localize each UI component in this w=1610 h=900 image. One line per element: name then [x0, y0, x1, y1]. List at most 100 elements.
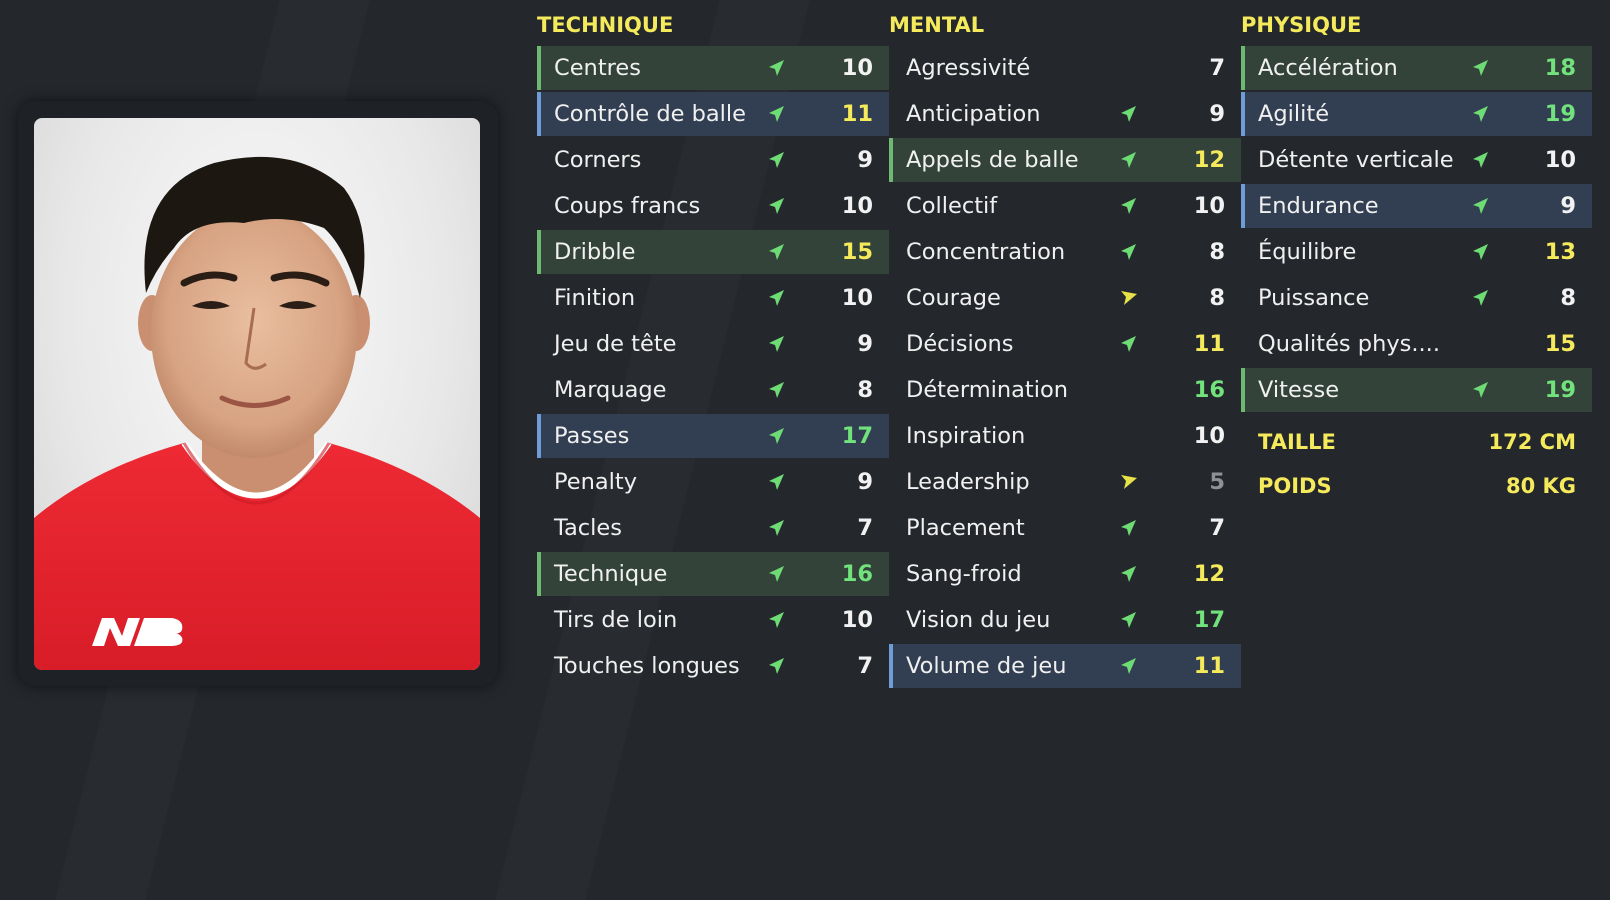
attribute-value: 10 — [1193, 193, 1225, 219]
attribute-row-centres[interactable]: Centres 10 — [537, 46, 889, 90]
attribute-value: 10 — [1193, 423, 1225, 449]
attribute-row-volume-de-jeu[interactable]: Volume de jeu 11 — [889, 644, 1241, 688]
technique-column: TECHNIQUE Centres 10 Contrôle de balle 11 Co… — [537, 10, 889, 690]
height-label: TAILLE — [1258, 430, 1336, 454]
attribute-row-équilibre[interactable]: Équilibre 13 — [1241, 230, 1592, 274]
technique-rows: Centres 10 Contrôle de balle 11 Corners 9 Coup… — [537, 46, 889, 688]
attribute-row-corners[interactable]: Corners 9 — [537, 138, 889, 182]
attribute-row-touches-longues[interactable]: Touches longues 7 — [537, 644, 889, 688]
attribute-value: 15 — [841, 239, 873, 265]
attribute-label: Passes — [554, 423, 630, 449]
attribute-row-finition[interactable]: Finition 10 — [537, 276, 889, 320]
attribute-label: Centres — [554, 55, 641, 81]
attribute-value: 16 — [1193, 377, 1225, 403]
attribute-label: Tacles — [554, 515, 622, 541]
attribute-value: 11 — [841, 101, 873, 127]
attribute-row-agilité[interactable]: Agilité 19 — [1241, 92, 1592, 136]
attribute-row-sang-froid[interactable]: Sang-froid 12 — [889, 552, 1241, 596]
trend-up-arrow-icon — [1471, 196, 1491, 216]
attribute-label: Concentration — [906, 239, 1066, 265]
physique-column: PHYSIQUE Accélération 18 Agilité 19 Détente … — [1241, 10, 1592, 508]
attribute-row-endurance[interactable]: Endurance 9 — [1241, 184, 1592, 228]
attribute-row-tirs-de-loin[interactable]: Tirs de loin 10 — [537, 598, 889, 642]
attribute-value: 11 — [1193, 331, 1225, 357]
attribute-label: Décisions — [906, 331, 1014, 357]
trend-up-arrow-icon — [767, 196, 787, 216]
attribute-row-courage[interactable]: Courage 8 — [889, 276, 1241, 320]
attribute-row-placement[interactable]: Placement 7 — [889, 506, 1241, 550]
attribute-value: 9 — [1209, 101, 1225, 127]
attribute-row-penalty[interactable]: Penalty 9 — [537, 460, 889, 504]
attribute-value: 10 — [841, 607, 873, 633]
trend-up-arrow-icon — [767, 150, 787, 170]
weight-row: POIDS 80 KG — [1241, 464, 1592, 508]
attribute-value: 9 — [1560, 193, 1576, 219]
trend-up-arrow-icon — [1471, 58, 1491, 78]
attribute-row-vitesse[interactable]: Vitesse 19 — [1241, 368, 1592, 412]
trend-up-arrow-icon — [767, 564, 787, 584]
attribute-value: 7 — [1209, 55, 1225, 81]
mental-rows: Agressivité 7 Anticipation 9 Appels de balle… — [889, 46, 1241, 688]
attribute-row-inspiration[interactable]: Inspiration 10 — [889, 414, 1241, 458]
trend-up-arrow-icon — [1119, 242, 1139, 262]
attribute-row-concentration[interactable]: Concentration 8 — [889, 230, 1241, 274]
attribute-label: Finition — [554, 285, 636, 311]
attribute-value: 8 — [1209, 285, 1225, 311]
trend-up-arrow-icon — [1471, 288, 1491, 308]
trend-up-arrow-icon — [1471, 150, 1491, 170]
attribute-row-décisions[interactable]: Décisions 11 — [889, 322, 1241, 366]
attribute-row-puissance[interactable]: Puissance 8 — [1241, 276, 1592, 320]
attribute-label: Contrôle de balle — [554, 101, 747, 127]
player-photo — [34, 118, 480, 670]
attribute-row-coups-francs[interactable]: Coups francs 10 — [537, 184, 889, 228]
attribute-row-marquage[interactable]: Marquage 8 — [537, 368, 889, 412]
weight-label: POIDS — [1258, 474, 1332, 498]
attribute-label: Sang-froid — [906, 561, 1022, 587]
attribute-row-anticipation[interactable]: Anticipation 9 — [889, 92, 1241, 136]
trend-up-arrow-icon — [1119, 334, 1139, 354]
attribute-row-vision-du-jeu[interactable]: Vision du jeu 17 — [889, 598, 1241, 642]
attribute-value: 9 — [857, 469, 873, 495]
attribute-row-détente-verticale[interactable]: Détente verticale 10 — [1241, 138, 1592, 182]
attribute-value: 9 — [857, 331, 873, 357]
attribute-value: 12 — [1193, 147, 1225, 173]
attribute-value: 15 — [1544, 331, 1576, 357]
attribute-row-technique[interactable]: Technique 16 — [537, 552, 889, 596]
attribute-row-jeu-de-tête[interactable]: Jeu de tête 9 — [537, 322, 889, 366]
attribute-row-détermination[interactable]: Détermination 16 — [889, 368, 1241, 412]
attribute-label: Leadership — [906, 469, 1030, 495]
attribute-row-dribble[interactable]: Dribble 15 — [537, 230, 889, 274]
height-row: TAILLE 172 CM — [1241, 420, 1592, 464]
attribute-row-accélération[interactable]: Accélération 18 — [1241, 46, 1592, 90]
attribute-value: 18 — [1544, 55, 1576, 81]
attribute-value: 10 — [841, 193, 873, 219]
attribute-label: Corners — [554, 147, 642, 173]
trend-flat-arrow-icon — [1119, 472, 1139, 492]
attribute-label: Puissance — [1258, 285, 1370, 311]
trend-up-arrow-icon — [1119, 150, 1139, 170]
attribute-label: Penalty — [554, 469, 638, 495]
attribute-label: Endurance — [1258, 193, 1379, 219]
attribute-label: Placement — [906, 515, 1025, 541]
attribute-row-passes[interactable]: Passes 17 — [537, 414, 889, 458]
trend-up-arrow-icon — [767, 288, 787, 308]
attribute-value: 8 — [857, 377, 873, 403]
trend-up-arrow-icon — [767, 242, 787, 262]
attribute-label: Équilibre — [1258, 239, 1357, 265]
attribute-row-qualités-phys[interactable]: Qualités phys.... 15 — [1241, 322, 1592, 366]
attribute-label: Technique — [554, 561, 668, 587]
attribute-row-tacles[interactable]: Tacles 7 — [537, 506, 889, 550]
attribute-row-agressivité[interactable]: Agressivité 7 — [889, 46, 1241, 90]
attribute-row-leadership[interactable]: Leadership 5 — [889, 460, 1241, 504]
attribute-value: 19 — [1544, 377, 1576, 403]
attribute-row-collectif[interactable]: Collectif 10 — [889, 184, 1241, 228]
trend-up-arrow-icon — [1119, 196, 1139, 216]
attribute-value: 10 — [841, 285, 873, 311]
attribute-value: 5 — [1209, 469, 1225, 495]
attribute-label: Courage — [906, 285, 1001, 311]
attribute-value: 7 — [1209, 515, 1225, 541]
attribute-row-appels-de-balle[interactable]: Appels de balle 12 — [889, 138, 1241, 182]
attribute-row-contrôle-de-balle[interactable]: Contrôle de balle 11 — [537, 92, 889, 136]
attribute-value: 7 — [857, 515, 873, 541]
attribute-label: Collectif — [906, 193, 998, 219]
